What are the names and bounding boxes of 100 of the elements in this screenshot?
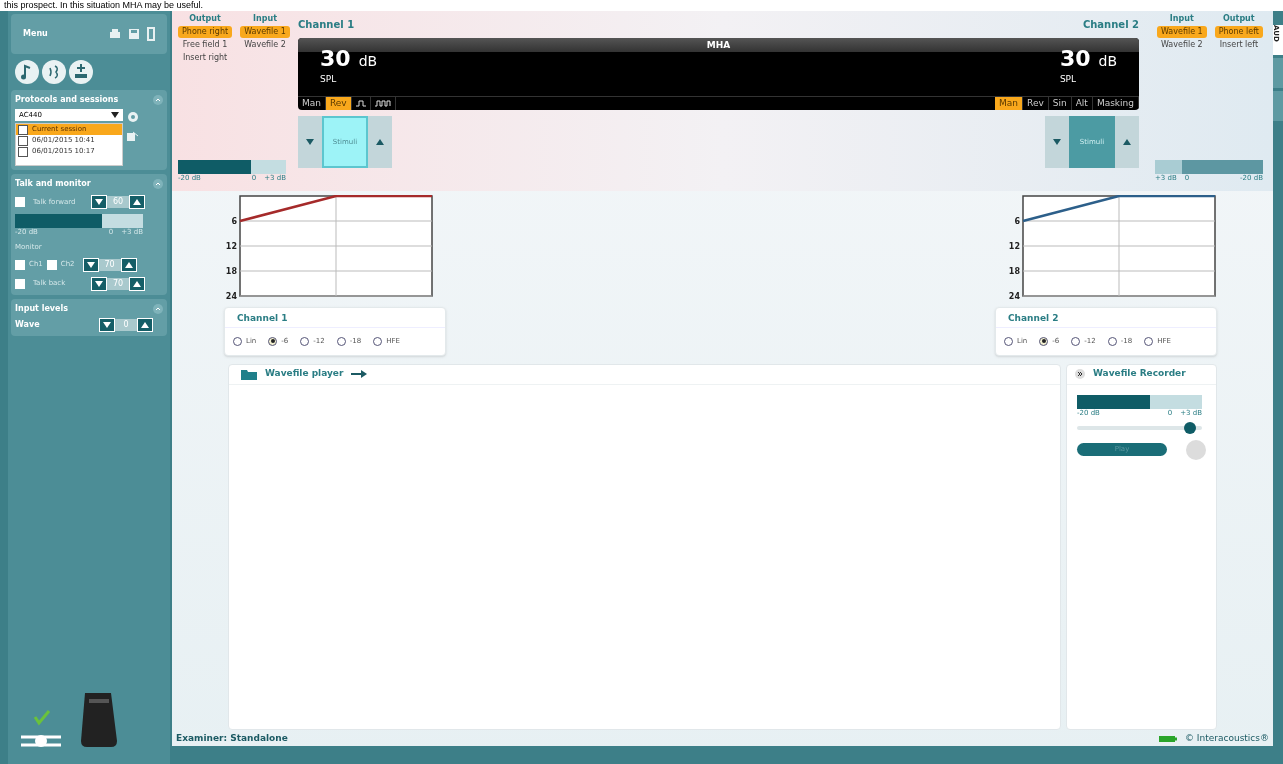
session-export-icon[interactable] [127,131,139,141]
boost-icon[interactable] [69,60,93,84]
y-tick-label: 12 [225,242,237,251]
decrease-button[interactable] [91,276,107,291]
collapse-icon[interactable] [153,303,163,314]
down-arrow-icon [86,261,95,268]
card-title: Channel 2 [996,308,1216,328]
up-arrow-icon [133,280,141,287]
slider-thumb[interactable] [1183,421,1196,434]
route-option[interactable]: Insert right [178,52,232,64]
collapse-icon[interactable] [153,179,163,189]
down-arrow-icon [95,280,103,287]
route-option[interactable]: Wavefile 2 [1156,39,1207,51]
y-tick-label: 18 [225,267,237,276]
battery-icon [1159,736,1177,742]
up-arrow-icon [376,139,384,145]
input-heading: Input [1169,13,1194,25]
increase-button[interactable] [129,276,145,291]
level-value: 30 [320,45,351,73]
decrease-button[interactable] [91,195,107,209]
single-pulse-icon [355,100,366,107]
folder-icon[interactable] [241,368,257,380]
mode-tab[interactable]: Man [995,97,1024,110]
up-arrow-icon [133,199,141,205]
music-note-icon[interactable] [15,60,39,84]
checkbox[interactable] [18,124,28,135]
radio-button[interactable] [1004,336,1013,346]
route-option[interactable]: Phone right [178,26,233,38]
caption-text: this prospect. In this situation MHA may be useful. [3,0,205,11]
level-value: 30 [1059,45,1091,73]
down-arrow-icon [1053,139,1061,145]
down-arrow-icon [306,139,314,145]
scale-label: SPL [1059,73,1077,86]
radio-button[interactable] [373,336,383,346]
radio-button[interactable] [1107,336,1117,346]
collapse-icon[interactable] [153,95,163,105]
up-arrow-icon [141,321,149,328]
increase-button[interactable] [137,317,153,332]
scale-label: SPL [320,73,337,86]
save-icon[interactable] [129,29,139,39]
radio-button[interactable] [233,336,242,346]
dropdown-caret-icon [111,112,119,118]
right-arrow-icon[interactable] [351,370,368,378]
y-tick-label: 6 [1014,217,1020,226]
mode-tab[interactable]: Masking [1092,97,1139,110]
route-option[interactable]: Wavefile 1 [240,26,290,38]
panel-title: Talk and monitor [15,178,91,190]
route-option[interactable]: Wavefile 1 [1156,26,1207,38]
panel-title: Input levels [15,302,68,315]
route-option[interactable]: Insert left [1215,39,1263,51]
exit-door-icon[interactable] [147,27,155,41]
level-unit: dB [1098,52,1117,71]
pulse-train-icon [374,100,391,107]
mode-tab[interactable]: Alt [1071,97,1093,110]
radio-button[interactable] [1039,336,1049,346]
down-arrow-icon [103,321,111,328]
y-tick-label: 24 [1008,292,1020,299]
radio-button[interactable] [336,336,346,346]
radio-button[interactable] [1144,336,1154,346]
route-option[interactable]: Phone left [1214,26,1263,38]
checkbox[interactable] [18,135,28,146]
radio-button[interactable] [300,336,310,346]
print-icon[interactable] [109,29,121,39]
output-heading: Output [189,13,221,25]
record-expand-icon[interactable] [1075,369,1085,379]
up-arrow-icon [124,261,133,268]
channel-title: Channel 1 [298,18,355,32]
copyright-label: © Interacoustics® [1185,732,1269,746]
connection-status-icon [19,709,63,749]
route-option[interactable]: Wavefile 2 [240,39,290,51]
examiner-label: Examiner: Standalone [176,732,289,746]
record-indicator-icon [1186,439,1206,460]
increase-button[interactable] [129,195,145,209]
panel-title: Wavefile player [265,367,344,381]
radio-button[interactable] [1071,336,1081,346]
mode-tab[interactable]: Sin [1048,97,1072,110]
y-tick-label: 18 [1008,267,1020,276]
checkbox[interactable] [18,146,28,157]
radio-button[interactable] [268,336,278,346]
audiometer-device-icon [79,691,119,749]
panel-title: Protocols and sessions [15,94,119,106]
channel-title: Channel 2 [1082,18,1139,32]
decrease-button[interactable] [82,257,99,272]
y-tick-label: 24 [225,292,237,299]
input-label: Wave [15,318,40,331]
mode-tab[interactable]: Rev [1023,97,1049,110]
mode-tab[interactable]: Man [298,97,326,110]
mode-tab[interactable]: Rev [326,97,352,110]
input-heading: Input [253,13,277,25]
down-arrow-icon [95,199,103,205]
level-unit: dB [358,52,378,71]
route-option[interactable]: Free field 1 [178,39,232,51]
decrease-button[interactable] [99,317,115,332]
y-tick-label: 12 [1008,242,1020,251]
up-arrow-icon [1123,139,1131,145]
output-heading: Output [1223,13,1255,25]
protocol-settings-icon[interactable] [127,111,139,123]
y-tick-label: 6 [231,217,237,226]
display-label: MHA [706,39,731,52]
panel-title: Wavefile Recorder [1093,367,1186,381]
